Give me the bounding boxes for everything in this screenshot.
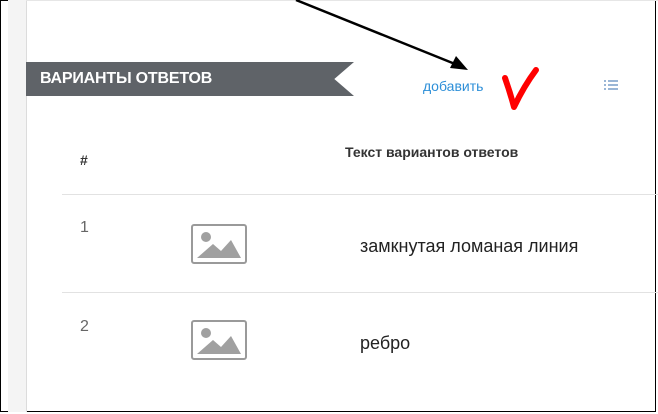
answer-text[interactable]: замкнутая ломаная линия xyxy=(360,236,578,257)
column-header-text: Текст вариантов ответов xyxy=(345,144,519,160)
header-divider xyxy=(62,194,658,195)
row-number: 1 xyxy=(80,219,89,236)
top-divider xyxy=(26,0,658,1)
row-number: 2 xyxy=(80,318,89,335)
add-answer-link[interactable]: добавить xyxy=(423,78,483,94)
image-placeholder-icon[interactable] xyxy=(191,224,247,264)
column-header-number: # xyxy=(80,152,88,168)
section-header: ВАРИАНТЫ ОТВЕТОВ xyxy=(26,62,354,96)
row-divider xyxy=(62,292,658,293)
image-placeholder-icon[interactable] xyxy=(191,320,247,360)
list-icon[interactable] xyxy=(604,80,618,92)
section-title: ВАРИАНТЫ ОТВЕТОВ xyxy=(26,62,354,96)
answer-text[interactable]: ребро xyxy=(360,333,410,354)
left-scroll-gutter xyxy=(8,0,27,412)
